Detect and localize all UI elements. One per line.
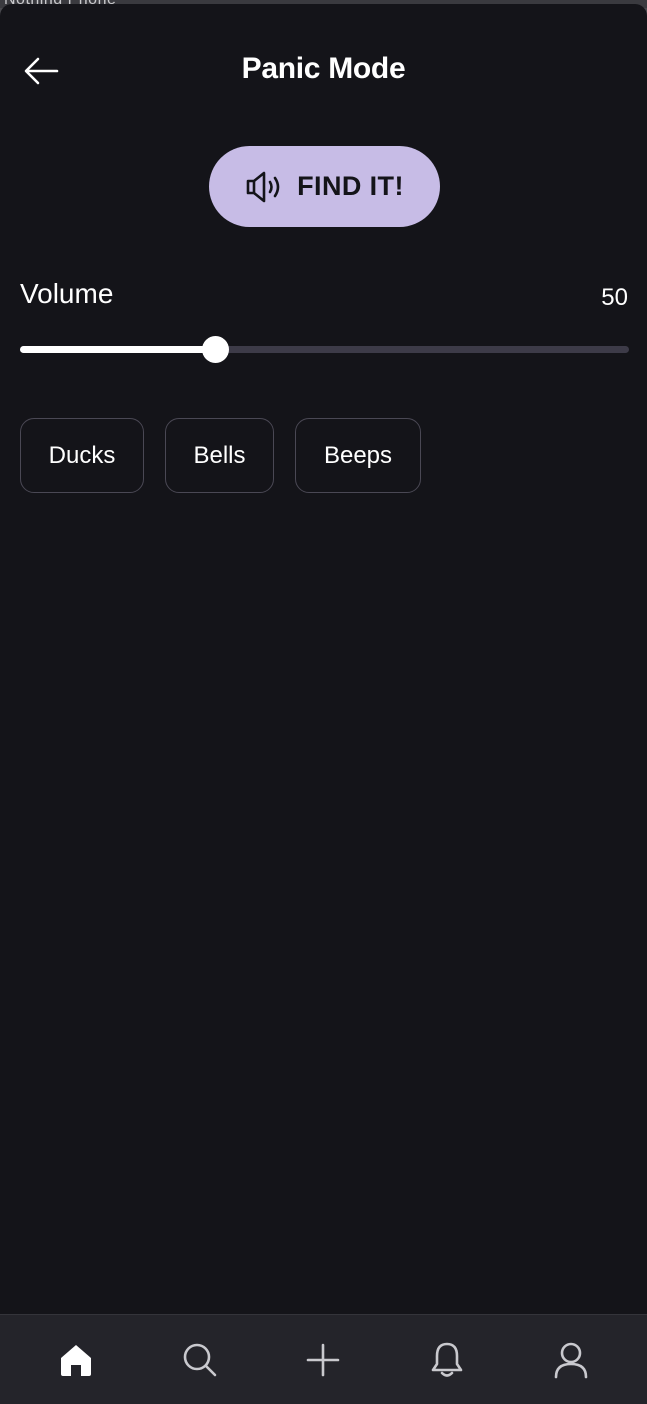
- nav-notifications[interactable]: [417, 1330, 477, 1390]
- find-it-button[interactable]: FIND IT!: [209, 146, 440, 227]
- volume-slider[interactable]: [20, 334, 629, 366]
- nav-home[interactable]: [46, 1330, 106, 1390]
- speaker-icon: [246, 171, 280, 202]
- user-icon: [554, 1342, 588, 1378]
- nav-search[interactable]: [170, 1330, 230, 1390]
- nav-add[interactable]: [293, 1330, 353, 1390]
- slider-fill: [20, 346, 215, 353]
- home-icon: [60, 1344, 91, 1376]
- sound-option-bells[interactable]: Bells: [165, 418, 274, 493]
- sound-options: Ducks Bells Beeps: [20, 418, 421, 493]
- nav-profile[interactable]: [541, 1330, 601, 1390]
- volume-value: 50: [601, 284, 628, 311]
- volume-label: Volume: [20, 278, 114, 309]
- panic-mode-screen: Panic Mode FIND IT! Volume 50 Ducks Bell…: [0, 4, 647, 1404]
- plus-icon: [307, 1343, 340, 1376]
- find-it-label: FIND IT!: [297, 171, 404, 201]
- bottom-nav: [0, 1314, 647, 1404]
- search-icon: [183, 1343, 216, 1376]
- slider-thumb[interactable]: [201, 336, 229, 363]
- sound-option-beeps[interactable]: Beeps: [295, 418, 421, 493]
- bell-icon: [431, 1342, 463, 1377]
- header: Panic Mode: [0, 4, 647, 136]
- sound-option-ducks[interactable]: Ducks: [20, 418, 144, 493]
- page-title: Panic Mode: [241, 52, 406, 85]
